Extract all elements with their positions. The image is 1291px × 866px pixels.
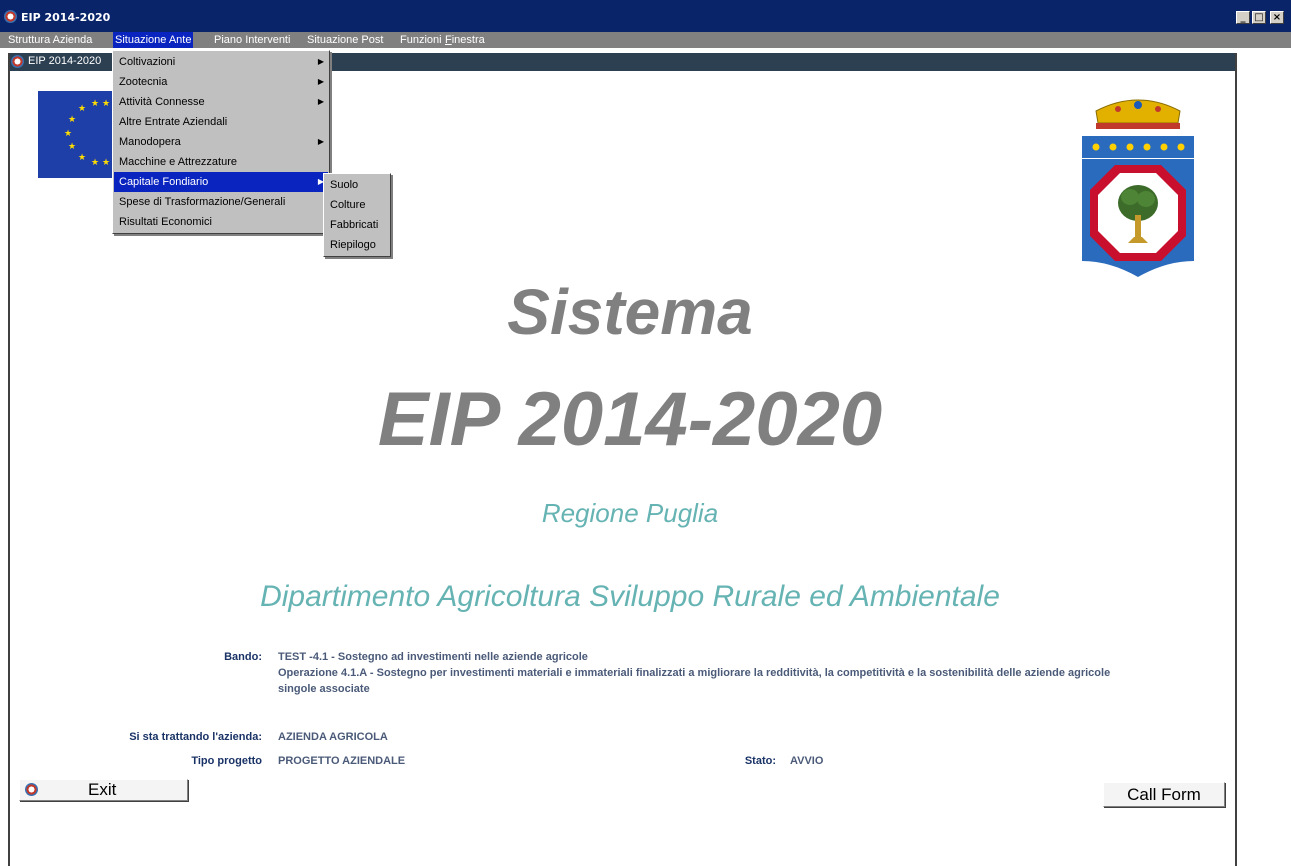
inner-window-icon [11,55,24,68]
eu-star-icon: ★ [102,157,111,167]
azienda-label: Si sta trattando l'azienda: [129,731,262,743]
close-button[interactable]: × [1270,11,1284,24]
menu-item-label: Macchine e Attrezzature [119,156,238,168]
capitale-fondiario-submenu: Suolo Colture Fabbricati Riepilogo [323,173,391,257]
maximize-button[interactable]: □ [1252,11,1266,24]
app-titlebar: EIP 2014-2020 _ □ × [0,0,1291,32]
regione-puglia-crest-logo [1082,93,1194,278]
stato-value: AVVIO [790,755,824,767]
submenu-arrow-icon: ▶ [317,137,324,146]
menu-item-label: Risultati Economici [119,216,212,228]
submenu-item-colture[interactable]: Colture [325,195,389,215]
menu-item-altre-entrate[interactable]: Altre Entrate Aziendali [114,112,328,132]
exit-button[interactable]: Exit [19,779,188,801]
inner-window-title: EIP 2014-2020 [28,55,102,67]
menu-item-label: Spese di Trasformazione/Generali [119,196,286,208]
menu-situazione-ante[interactable]: Situazione Ante [113,32,194,48]
menu-item-risultati-economici[interactable]: Risultati Economici [114,212,328,232]
eu-star-icon: ★ [91,157,100,167]
eu-star-icon: ★ [68,141,77,151]
region-title: Regione Puglia [541,498,719,528]
call-form-button[interactable]: Call Form [1103,782,1225,807]
bando-label: Bando: [224,651,262,663]
exit-icon [25,783,38,796]
app-icon [4,10,17,23]
bando-line2: Operazione 4.1.A - Sostegno per investim… [278,667,1111,679]
bando-line3: singole associate [278,683,370,695]
menu-item-spese-trasformazione[interactable]: Spese di Trasformazione/Generali [114,192,328,212]
stato-label: Stato: [744,755,776,767]
menu-item-coltivazioni[interactable]: Coltivazioni ▶ [114,52,328,72]
submenu-item-fabbricati[interactable]: Fabbricati [325,215,389,235]
submenu-arrow-icon: ▶ [317,77,324,86]
tipo-progetto-label: Tipo progetto [191,755,262,767]
menu-finestra-rest: inestra [451,34,485,46]
menu-struttura-azienda[interactable]: Struttura Azienda [6,32,94,48]
menu-item-manodopera[interactable]: Manodopera ▶ [114,132,328,152]
bando-line1: TEST -4.1 - Sostegno ad investimenti nel… [278,651,588,663]
minimize-button[interactable]: _ [1236,11,1250,24]
menu-item-label: Altre Entrate Aziendali [119,116,228,128]
submenu-arrow-icon: ▶ [317,97,324,106]
eu-star-icon: ★ [64,128,73,138]
submenu-arrow-icon: ▶ [317,57,324,66]
tipo-progetto-value: PROGETTO AZIENDALE [278,755,406,767]
menu-item-macchine[interactable]: Macchine e Attrezzature [114,152,328,172]
menu-finestra[interactable]: Finestra [443,32,487,48]
menu-item-label: Attività Connesse [119,96,205,108]
menu-item-label: Zootecnia [119,76,168,88]
department-title: Dipartimento Agricoltura Sviluppo Rurale… [260,580,1000,613]
submenu-item-suolo[interactable]: Suolo [325,175,389,195]
eu-star-icon: ★ [102,98,111,108]
menu-situazione-post[interactable]: Situazione Post [305,32,385,48]
menu-funzioni[interactable]: Funzioni [398,32,444,48]
submenu-item-riepilogo[interactable]: Riepilogo [325,235,389,255]
menu-item-label: Manodopera [119,136,181,148]
eu-star-icon: ★ [68,114,77,124]
eu-star-icon: ★ [78,103,87,113]
app-title: EIP 2014-2020 [21,11,111,24]
azienda-value: AZIENDA AGRICOLA [278,731,388,743]
menu-piano-interventi[interactable]: Piano Interventi [212,32,292,48]
exit-button-label: Exit [88,780,117,799]
menu-item-capitale-fondiario[interactable]: Capitale Fondiario ▶ [114,172,328,192]
situazione-ante-dropdown: Coltivazioni ▶ Zootecnia ▶ Attività Connes… [112,50,330,234]
menu-item-attivita-connesse[interactable]: Attività Connesse ▶ [114,92,328,112]
menu-item-label: Coltivazioni [119,56,176,68]
eu-star-icon: ★ [78,152,87,162]
eu-star-icon: ★ [91,98,100,108]
menu-item-zootecnia[interactable]: Zootecnia ▶ [114,72,328,92]
menubar: Struttura Azienda Situazione Ante Piano … [0,32,1291,48]
menu-finestra-mnemonic: F [445,34,452,46]
menu-item-label: Capitale Fondiario [119,176,209,188]
heading-eip: EIP 2014-2020 [377,377,883,462]
heading-sistema: Sistema [507,276,753,348]
